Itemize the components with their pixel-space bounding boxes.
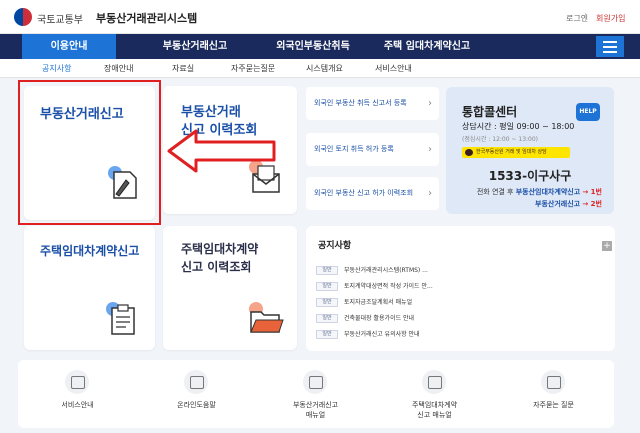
service-guide-icon xyxy=(65,370,89,394)
subnav-item-faq[interactable]: 자주묻는질문 xyxy=(231,63,275,74)
quick-report-manual[interactable]: 부동산거래신고 매뉴얼 xyxy=(256,360,375,428)
system-title[interactable]: 부동산거래관리시스템 xyxy=(96,10,197,26)
clipboard-icon xyxy=(104,302,142,336)
call-hours: 상담시간 : 평일 09:00 ~ 18:00 xyxy=(462,122,575,131)
chevron-right-icon: › xyxy=(428,98,432,109)
annotation-highlight-box xyxy=(18,80,161,225)
subnav-item-service[interactable]: 서비스안내 xyxy=(375,63,412,74)
quick-label: 서비스안내 xyxy=(61,401,94,409)
sub-nav: 공지사항 장애안내 자료실 자주묻는질문 시스템개요 서비스안내 xyxy=(0,59,640,78)
notice-badge: 일반 xyxy=(316,330,338,339)
notice-title: 공지사항 xyxy=(318,241,352,251)
folder-icon xyxy=(247,302,285,336)
foreign-button-label: 외국인 토지 취득 허가 등록 xyxy=(314,145,394,153)
call-line-2: 부동산거래신고 → 2번 xyxy=(535,199,602,209)
quick-online-help[interactable]: 온라인도움말 xyxy=(137,360,256,428)
card-lease-history-line2: 신고 이력조회 xyxy=(181,260,252,274)
card-lease-history-title: 주택임대차계약 신고 이력조회 xyxy=(181,240,258,276)
annotation-arrow-icon xyxy=(167,129,276,173)
foreign-button-label: 외국인 부동산 신고 허가 이력조회 xyxy=(314,189,414,197)
line2-service: 부동산거래신고 xyxy=(535,200,581,208)
call-center-panel: 통합콜센터 HELP 상담시간 : 평일 09:00 ~ 18:00 (점심시간… xyxy=(446,87,614,214)
card-lease-history-line1: 주택임대차계약 xyxy=(181,242,259,256)
notice-text: 토지계약대상면적 작성 가이드 안... xyxy=(344,283,433,290)
notice-badge: 일반 xyxy=(316,314,338,323)
subnav-item-library[interactable]: 자료실 xyxy=(172,63,194,74)
quick-menu: 서비스안내 온라인도움말 부동산거래신고 매뉴얼 주택임대차계약 신고 매뉴얼 … xyxy=(18,360,614,428)
kakao-chat-button[interactable]: 한국부동산원 거래 및 임대차 상담 xyxy=(462,147,570,158)
notice-text: 토지자금조달계획서 매뉴얼 xyxy=(344,299,413,306)
quick-label: 자주묻는 질문 xyxy=(533,401,574,409)
subnav-item-outage[interactable]: 장애안내 xyxy=(104,63,133,74)
line1-service: 부동산임대차계약신고 xyxy=(515,188,581,196)
quick-faq[interactable]: 자주묻는 질문 xyxy=(494,360,613,428)
nav-item-lease-report[interactable]: 주택 임대차계약신고 xyxy=(362,34,492,59)
notice-panel: 공지사항 + 일반 부동산거래관리시스템(RTMS) ... 일반 토지계약대상… xyxy=(306,226,615,351)
notice-text: 건축물대장 활용가이드 안내 xyxy=(344,315,415,322)
online-help-icon xyxy=(184,370,208,394)
chevron-right-icon: › xyxy=(428,144,432,155)
top-header: 국토교통부 부동산거래관리시스템 로그인 회원가입 xyxy=(0,0,640,34)
foreign-button-label: 외국인 부동산 취득 신고서 등록 xyxy=(314,99,407,107)
help-icon: HELP xyxy=(576,103,600,121)
call-center-title: 통합콜센터 xyxy=(462,105,518,119)
call-number: 1533-이구사구 xyxy=(488,169,572,183)
line1-number: → 1번 xyxy=(582,188,602,196)
notice-badge: 일반 xyxy=(316,298,338,307)
government-emblem-icon xyxy=(14,8,32,26)
call-line-1: 전화 연결 후 부동산임대차계약신고 → 1번 xyxy=(477,187,602,197)
notice-badge: 일반 xyxy=(316,282,338,291)
main-nav: 이용안내 부동산거래신고 외국인부동산취득 주택 임대차계약신고 xyxy=(0,34,640,59)
foreign-acquisition-register-button[interactable]: 외국인 부동산 취득 신고서 등록 › xyxy=(306,87,439,120)
connect-prefix: 전화 연결 후 xyxy=(476,188,514,196)
join-link[interactable]: 회원가입 xyxy=(596,13,625,24)
call-lunch: (점심시간 : 12:00 ~ 13:00) xyxy=(462,136,539,143)
nav-item-foreign-acquisition[interactable]: 외국인부동산취득 xyxy=(258,34,368,59)
faq-icon xyxy=(541,370,565,394)
quick-lease-manual[interactable]: 주택임대차계약 신고 매뉴얼 xyxy=(375,360,494,428)
foreign-history-button[interactable]: 외국인 부동산 신고 허가 이력조회 › xyxy=(306,177,439,210)
report-manual-icon xyxy=(303,370,327,394)
card-trade-history-line1: 부동산거래 xyxy=(181,105,241,120)
quick-label: 부동산거래신고 매뉴얼 xyxy=(292,401,339,419)
header-divider xyxy=(585,13,586,22)
subnav-item-overview[interactable]: 시스템개요 xyxy=(306,63,343,74)
more-notice-icon[interactable]: + xyxy=(602,241,612,251)
menu-icon[interactable] xyxy=(596,36,624,57)
notice-text: 부동산거래관리시스템(RTMS) ... xyxy=(344,267,428,274)
lease-manual-icon xyxy=(422,370,446,394)
foreign-land-permit-button[interactable]: 외국인 토지 취득 허가 등록 › xyxy=(306,133,439,166)
ministry-name: 국토교통부 xyxy=(37,15,83,26)
quick-label: 주택임대차계약 신고 매뉴얼 xyxy=(411,401,458,419)
nav-item-guide[interactable]: 이용안내 xyxy=(22,34,116,59)
chevron-right-icon: › xyxy=(428,188,432,199)
line2-number: → 2번 xyxy=(582,200,602,208)
nav-item-trade-report[interactable]: 부동산거래신고 xyxy=(140,34,250,59)
notice-badge: 일반 xyxy=(316,266,338,275)
quick-label: 온라인도움말 xyxy=(177,401,216,409)
subnav-item-notice[interactable]: 공지사항 xyxy=(42,63,71,74)
card-lease-report-title: 주택임대차계약신고 xyxy=(40,244,140,258)
notice-text: 부동산거래신고 유의사항 안내 xyxy=(344,331,420,338)
card-lease-report[interactable]: 주택임대차계약신고 xyxy=(24,226,155,350)
card-lease-history[interactable]: 주택임대차계약 신고 이력조회 xyxy=(163,226,297,350)
quick-service-guide[interactable]: 서비스안내 xyxy=(18,360,137,428)
